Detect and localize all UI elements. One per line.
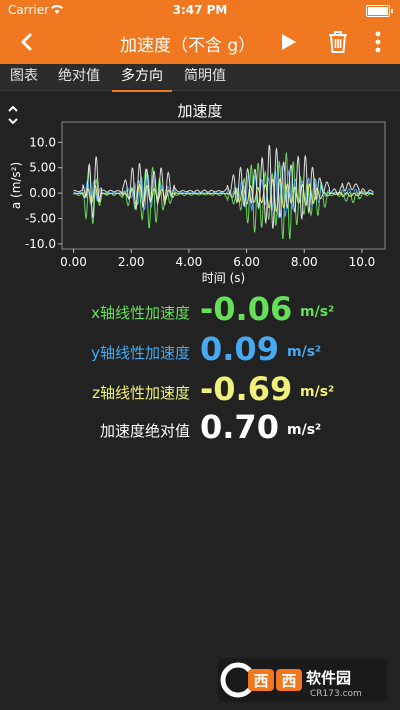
- more-options-button[interactable]: [362, 26, 394, 58]
- y-tick-label: 10.0: [29, 135, 56, 149]
- tab-bar: 图表 绝对值 多方向 简明值: [0, 64, 400, 92]
- play-icon: [282, 34, 296, 50]
- readout-unit: m/s²: [287, 344, 322, 360]
- readout-value: -0.06: [200, 290, 293, 328]
- readout-label: y轴线性加速度: [91, 344, 190, 362]
- svg-text:软件园: 软件园: [306, 669, 351, 687]
- readout-label: x轴线性加速度: [91, 304, 190, 322]
- x-tick-label: 6.00: [233, 255, 260, 269]
- clock: 3:47 PM: [172, 3, 228, 17]
- tab-graph[interactable]: 图表: [4, 64, 44, 90]
- y-tick-label: 5.00: [29, 161, 56, 175]
- tab-multi-direction[interactable]: 多方向: [112, 64, 172, 92]
- x-tick-label: 0.00: [60, 255, 87, 269]
- readout-value: 0.09: [200, 330, 279, 368]
- svg-text:西: 西: [281, 672, 296, 690]
- readout-row: x轴线性加速度 -0.06 m/s²: [0, 290, 400, 334]
- readout-label: 加速度绝对值: [99, 422, 190, 440]
- chart-plot: 10.0 5.00 0.00 -5.00 -10.0 0.00 2.00 4.00 6.00 8.…: [9, 121, 386, 285]
- readout-value: -0.69: [200, 370, 293, 408]
- readout-unit: m/s²: [300, 384, 335, 400]
- x-tick-label: 8.00: [291, 255, 318, 269]
- tab-absolute[interactable]: 绝对值: [52, 64, 106, 90]
- delete-button[interactable]: [322, 26, 354, 58]
- acceleration-chart: 加速度 10.0 5.00 0.00 -5.00 -10.0 0.00 2.00 4.00 6.…: [0, 92, 400, 292]
- app-bar: 加速度（不含 g）: [0, 20, 400, 64]
- x-tick-label: 2.00: [118, 255, 145, 269]
- x-tick-label: 4.00: [176, 255, 203, 269]
- readout-label: z轴线性加速度: [92, 384, 190, 402]
- status-bar: Carrier 3:47 PM: [0, 0, 400, 20]
- readout-row: y轴线性加速度 0.09 m/s²: [0, 330, 400, 374]
- readout-unit: m/s²: [300, 304, 335, 320]
- trash-icon: [329, 31, 347, 53]
- back-button[interactable]: [10, 26, 42, 58]
- svg-text:西: 西: [253, 672, 268, 690]
- play-button[interactable]: [272, 26, 304, 58]
- battery-icon: [366, 5, 393, 17]
- y-tick-label: -5.00: [25, 212, 56, 226]
- y-axis-label: a (m/s²): [9, 162, 23, 209]
- svg-text:CR173.com: CR173.com: [310, 689, 362, 699]
- y-tick-label: -10.0: [25, 237, 56, 251]
- more-vertical-icon: [375, 31, 381, 53]
- plot-frame: [61, 121, 386, 250]
- site-watermark-logo: 西 西 软件园 CR173.com: [218, 658, 386, 702]
- readout-unit: m/s²: [287, 422, 322, 438]
- x-axis-label: 时间 (s): [202, 271, 245, 285]
- x-tick-label: 10.0: [349, 255, 376, 269]
- y-tick-label: 0.00: [29, 186, 56, 200]
- page-title: 加速度（不含 g）: [120, 36, 256, 56]
- readout-value: 0.70: [200, 408, 279, 446]
- readout-row: 加速度绝对值 0.70 m/s²: [0, 408, 400, 452]
- chevron-left-icon: [21, 33, 32, 51]
- tab-simple[interactable]: 简明值: [178, 64, 232, 90]
